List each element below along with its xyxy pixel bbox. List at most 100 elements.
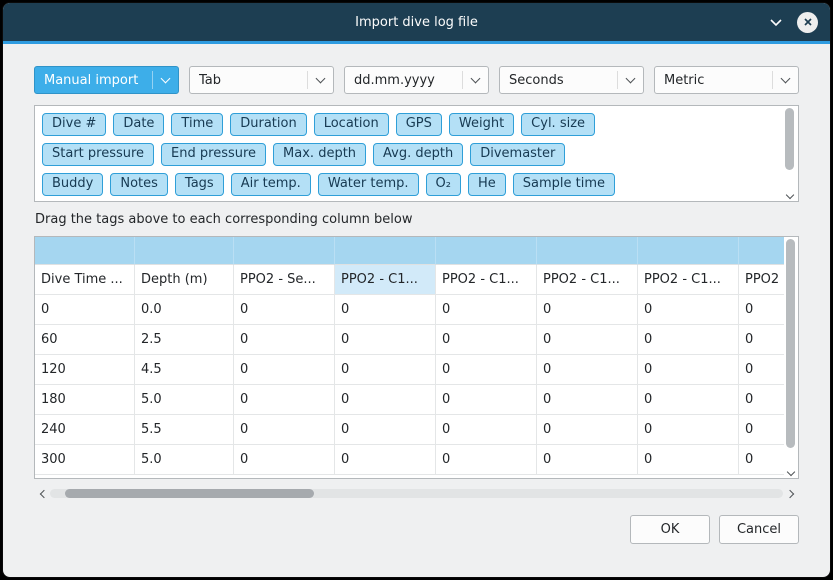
import-options-row: Manual import Tab dd.mm.yyyy Seconds Met… [34,66,799,94]
table-row: 602.5000000 [35,325,784,355]
drop-target-cell[interactable] [537,237,638,265]
column-header[interactable]: PPO2 - Se... [234,265,335,295]
chevron-down-icon[interactable] [784,472,797,475]
tag-max-depth[interactable]: Max. depth [273,143,366,166]
table-cell: 240 [35,415,135,445]
table-cell: 0.0 [135,295,234,325]
drop-target-cell[interactable] [335,237,436,265]
combo-time-format[interactable]: Seconds [499,66,644,94]
combo-units[interactable]: Metric [654,66,799,94]
table-cell: 0 [638,295,739,325]
cancel-button[interactable]: Cancel [719,515,799,544]
drop-target-cell[interactable] [234,237,335,265]
tag-air-temp[interactable]: Air temp. [231,173,311,196]
table-cell: 0 [234,445,335,475]
tag-end-pressure[interactable]: End pressure [161,143,266,166]
table-cell: 0 [234,415,335,445]
table-cell: 0 [436,385,537,415]
instruction-text: Drag the tags above to each correspondin… [35,212,798,227]
column-header[interactable]: Dive Time ... [35,265,135,295]
tag-location[interactable]: Location [314,113,389,136]
chevron-right-icon[interactable] [783,491,799,497]
combo-value: dd.mm.yyyy [354,73,462,88]
chevron-down-icon[interactable] [783,195,796,198]
combo-date-format[interactable]: dd.mm.yyyy [344,66,489,94]
table-cell: 0 [35,295,135,325]
combo-value: Metric [664,73,772,88]
column-header[interactable]: PPO2 - C1... [335,265,436,295]
table-row: 2405.5000000 [35,415,784,445]
table-scrollbar[interactable] [784,239,796,476]
table-cell: 0 [436,415,537,445]
table-cell: 0 [739,385,784,415]
horizontal-scrollbar[interactable] [34,486,799,501]
table-row: 00.0000000 [35,295,784,325]
table-cell: 0 [638,445,739,475]
table-cell: 0 [739,445,784,475]
drop-target-cell[interactable] [436,237,537,265]
drop-target-cell[interactable] [35,237,135,265]
chevron-left-icon[interactable] [34,491,50,497]
table-cell: 0 [739,325,784,355]
column-header[interactable]: PPO2 [739,265,784,295]
tag-date[interactable]: Date [113,113,164,136]
tag-water-temp[interactable]: Water temp. [318,173,419,196]
chevron-down-icon[interactable] [769,18,783,27]
combo-field-separator[interactable]: Tab [189,66,334,94]
ok-button[interactable]: OK [630,515,710,544]
tag-dive[interactable]: Dive # [42,113,106,136]
drop-target-cell[interactable] [638,237,739,265]
combo-value: Seconds [509,73,617,88]
close-button[interactable] [797,12,818,33]
table-row: 1204.5000000 [35,355,784,385]
tag-cyl-size[interactable]: Cyl. size [521,113,595,136]
table-cell: 0 [335,355,436,385]
tag-gps[interactable]: GPS [396,113,442,136]
table-cell: 0 [335,415,436,445]
table-cell: 0 [537,415,638,445]
table-cell: 0 [234,355,335,385]
combo-value: Tab [199,73,307,88]
tag-he[interactable]: He [468,173,506,196]
drop-target-cell[interactable] [739,237,784,265]
titlebar[interactable]: Import dive log file [3,3,830,41]
chevron-down-icon [462,71,479,89]
tag-o[interactable]: O₂ [426,173,461,196]
combo-value: Manual import [44,73,152,88]
tag-divemaster[interactable]: Divemaster [470,143,565,166]
tag-buddy[interactable]: Buddy [42,173,103,196]
column-header[interactable]: PPO2 - C1... [537,265,638,295]
column-header[interactable]: PPO2 - C1... [436,265,537,295]
tag-start-pressure[interactable]: Start pressure [42,143,154,166]
scrollbar-thumb[interactable] [786,239,795,448]
scrollbar-thumb[interactable] [785,108,794,170]
table-cell: 0 [537,385,638,415]
table-cell: 0 [335,385,436,415]
table-cell: 0 [436,445,537,475]
table-cell: 0 [234,325,335,355]
tag-tags[interactable]: Tags [175,173,224,196]
table-cell: 4.5 [135,355,234,385]
scrollbar-thumb[interactable] [65,489,314,498]
tag-time[interactable]: Time [171,113,223,136]
column-header[interactable]: Depth (m) [135,265,234,295]
tag-sample-time[interactable]: Sample time [513,173,615,196]
scrollbar-track[interactable] [50,489,783,498]
chevron-down-icon [772,71,789,89]
tag-duration[interactable]: Duration [230,113,306,136]
table-cell: 0 [638,325,739,355]
table-row: 1805.0000000 [35,385,784,415]
combo-import-mode[interactable]: Manual import [34,66,179,94]
dialog-button-row: OK Cancel [34,515,799,544]
tag-pool-scrollbar[interactable] [783,108,796,199]
column-header[interactable]: PPO2 - C1... [638,265,739,295]
tag-weight[interactable]: Weight [449,113,514,136]
table-cell: 0 [537,445,638,475]
table-cell: 2.5 [135,325,234,355]
drop-target-cell[interactable] [135,237,234,265]
preview-table: Dive Time ...Depth (m)PPO2 - Se...PPO2 -… [34,236,799,479]
tag-avg-depth[interactable]: Avg. depth [373,143,463,166]
tag-notes[interactable]: Notes [110,173,168,196]
table-cell: 180 [35,385,135,415]
table-cell: 0 [638,415,739,445]
